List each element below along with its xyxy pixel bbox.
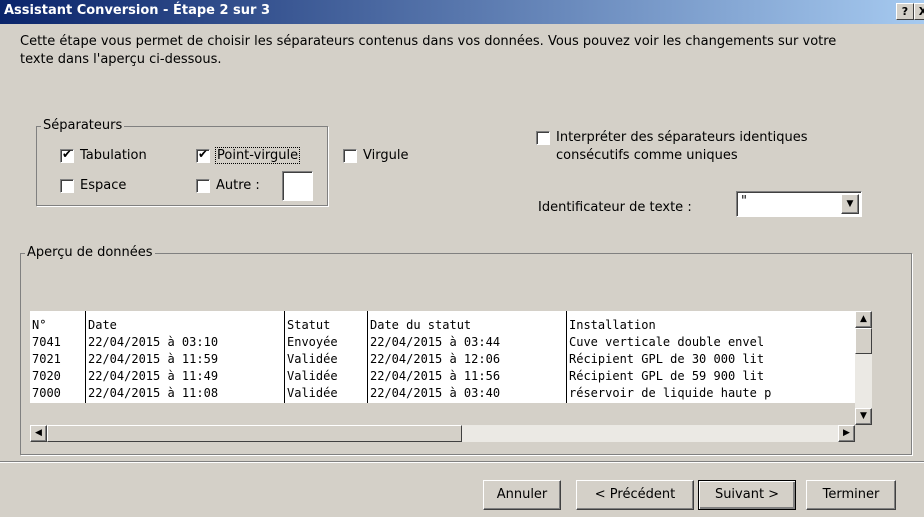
comma-checkbox[interactable]: Virgule: [343, 148, 408, 163]
vertical-scroll-thumb[interactable]: [855, 328, 872, 354]
other-checkbox[interactable]: Autre :: [196, 178, 260, 193]
preview-cell: Cuve verticale double envel: [569, 335, 765, 349]
preview-cell: réservoir de liquide haute p: [569, 386, 772, 400]
preview-cell: 22/04/2015 à 11:49: [88, 369, 219, 383]
cancel-button[interactable]: Annuler: [483, 480, 561, 510]
text-qualifier-value: ": [741, 194, 747, 209]
preview-cell: 22/04/2015 à 11:56: [370, 369, 501, 383]
scroll-left-icon[interactable]: ◀: [30, 425, 47, 442]
column-header: Statut: [287, 318, 331, 332]
space-label: Espace: [80, 178, 127, 193]
preview-cell: 7000: [32, 386, 61, 400]
separators-legend: Séparateurs: [41, 118, 125, 133]
preview-cell: 22/04/2015 à 03:10: [88, 335, 219, 349]
semicolon-check-mark[interactable]: [196, 147, 210, 163]
step-description: Cette étape vous permet de choisir les s…: [20, 34, 837, 67]
preview-cell: 7041: [32, 335, 61, 349]
column-header: Date: [88, 318, 117, 332]
title-bar: Assistant Conversion - Étape 2 sur 3 ? X: [0, 0, 924, 24]
column-header: Installation: [569, 318, 656, 332]
preview-column[interactable]: N° 7041 7021 7020 7000: [30, 311, 86, 403]
tab-checkbox[interactable]: Tabulation: [60, 147, 147, 163]
space-check-box[interactable]: [60, 178, 74, 193]
comma-check-box[interactable]: [343, 148, 357, 163]
preview-cell: 22/04/2015 à 11:59: [88, 352, 219, 366]
semicolon-checkbox[interactable]: Point-virgule: [196, 147, 301, 164]
preview-column[interactable]: Date du statut 22/04/2015 à 03:44 22/04/…: [368, 311, 567, 403]
help-button[interactable]: ?: [896, 3, 914, 20]
scroll-right-icon[interactable]: ▶: [838, 425, 855, 442]
preview-cell: 22/04/2015 à 11:08: [88, 386, 219, 400]
preview-cell: Récipient GPL de 59 900 lit: [569, 369, 765, 383]
window-title: Assistant Conversion - Étape 2 sur 3: [4, 3, 271, 18]
horizontal-scroll-thumb[interactable]: [47, 425, 462, 442]
tab-check-mark[interactable]: [60, 147, 74, 163]
space-checkbox[interactable]: Espace: [60, 178, 126, 193]
preview-horizontal-scrollbar[interactable]: ◀ ▶: [30, 425, 855, 442]
scroll-up-icon[interactable]: ▲: [855, 311, 872, 328]
preview-cell: 7021: [32, 352, 61, 366]
column-header: N°: [32, 318, 47, 332]
preview-column[interactable]: Installation Cuve verticale double envel…: [567, 311, 855, 403]
preview-cell: 22/04/2015 à 12:06: [370, 352, 501, 366]
preview-cell: Envoyée: [287, 335, 338, 349]
comma-label: Virgule: [363, 148, 409, 163]
previous-button[interactable]: < Précédent: [576, 480, 694, 510]
preview-cell: Validée: [287, 386, 338, 400]
preview-column[interactable]: Date 22/04/2015 à 03:10 22/04/2015 à 11:…: [86, 311, 285, 403]
preview-cell: Validée: [287, 352, 338, 366]
preview-cell: 22/04/2015 à 03:40: [370, 386, 501, 400]
preview-cell: 22/04/2015 à 03:44: [370, 335, 501, 349]
finish-button[interactable]: Terminer: [806, 480, 896, 510]
chevron-down-icon[interactable]: ▼: [841, 194, 859, 214]
preview-column[interactable]: Statut Envoyée Validée Validée Validée: [285, 311, 368, 403]
preview-cell: Récipient GPL de 30 000 lit: [569, 352, 765, 366]
preview-cell: 7020: [32, 369, 61, 383]
other-check-box[interactable]: [196, 178, 210, 193]
data-preview-grid[interactable]: N° 7041 7021 7020 7000 Date 22/04/2015 à…: [30, 311, 855, 403]
other-label: Autre :: [216, 178, 260, 193]
consecutive-checkbox[interactable]: Interpréter des séparateurs identiques c…: [536, 129, 846, 165]
consecutive-check-box[interactable]: [536, 131, 550, 145]
preview-legend: Aperçu de données: [25, 245, 155, 260]
tab-label: Tabulation: [80, 148, 147, 163]
preview-vertical-scrollbar[interactable]: ▲ ▼: [855, 311, 872, 425]
preview-cell: Validée: [287, 369, 338, 383]
close-button[interactable]: X: [914, 3, 924, 20]
footer-divider: [0, 461, 924, 463]
semicolon-label: Point-virgule: [214, 147, 301, 164]
other-separator-input[interactable]: [282, 171, 313, 201]
text-qualifier-label: Identificateur de texte :: [538, 200, 692, 215]
consecutive-label: Interpréter des séparateurs identiques c…: [556, 130, 808, 163]
scroll-down-icon[interactable]: ▼: [855, 408, 872, 425]
column-header: Date du statut: [370, 318, 472, 332]
next-button[interactable]: Suivant >: [698, 480, 796, 510]
text-qualifier-dropdown[interactable]: " ▼: [736, 191, 862, 217]
